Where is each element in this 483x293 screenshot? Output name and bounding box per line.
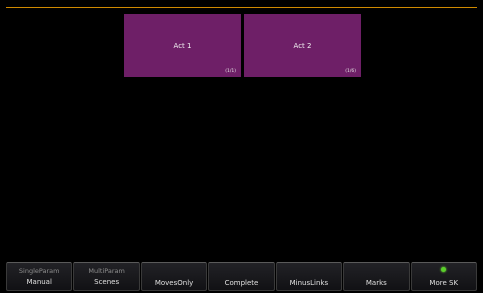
softkey-moves-only[interactable]: MovesOnly: [140, 262, 208, 291]
scene-cue-count: (1/1): [225, 68, 236, 74]
softkey-top-label: MultiParam: [88, 267, 125, 275]
softkey-single-param-manual[interactable]: SingleParam Manual: [6, 262, 73, 291]
softkey-minus-links[interactable]: MinusLinks: [275, 262, 343, 291]
top-divider: [6, 7, 477, 8]
scene-grid: Act 1 (1/1) Act 2 (1/6): [124, 14, 361, 77]
softkey-label: MovesOnly: [154, 279, 194, 287]
scene-label: Act 1: [173, 42, 192, 50]
scene-label: Act 2: [293, 42, 312, 50]
softkey-marks[interactable]: Marks: [343, 262, 410, 291]
scene-tile-act-1[interactable]: Act 1 (1/1): [124, 14, 241, 77]
scene-cue-count: (1/6): [345, 68, 356, 74]
green-led-icon: [441, 267, 447, 272]
softkey-label: MinusLinks: [289, 279, 329, 287]
softkey-complete[interactable]: Complete: [208, 262, 275, 291]
softkey-top-label: SingleParam: [18, 267, 60, 275]
softkey-label: Marks: [365, 279, 387, 287]
scene-tile-act-2[interactable]: Act 2 (1/6): [244, 14, 361, 77]
magic-sheet-screen: Act 1 (1/1) Act 2 (1/6) SingleParam Manu…: [0, 0, 483, 293]
softkey-bottom-label: Manual: [26, 278, 52, 286]
softkey-label: Complete: [224, 279, 259, 287]
softkey-multi-param-scenes[interactable]: MultiParam Scenes: [73, 262, 140, 291]
softkey-label: More SK: [429, 279, 459, 287]
softkey-more-sk[interactable]: More SK: [410, 262, 477, 291]
softkey-bottom-label: Scenes: [94, 278, 120, 286]
softkey-bar: SingleParam Manual MultiParam Scenes Mov…: [6, 262, 477, 291]
